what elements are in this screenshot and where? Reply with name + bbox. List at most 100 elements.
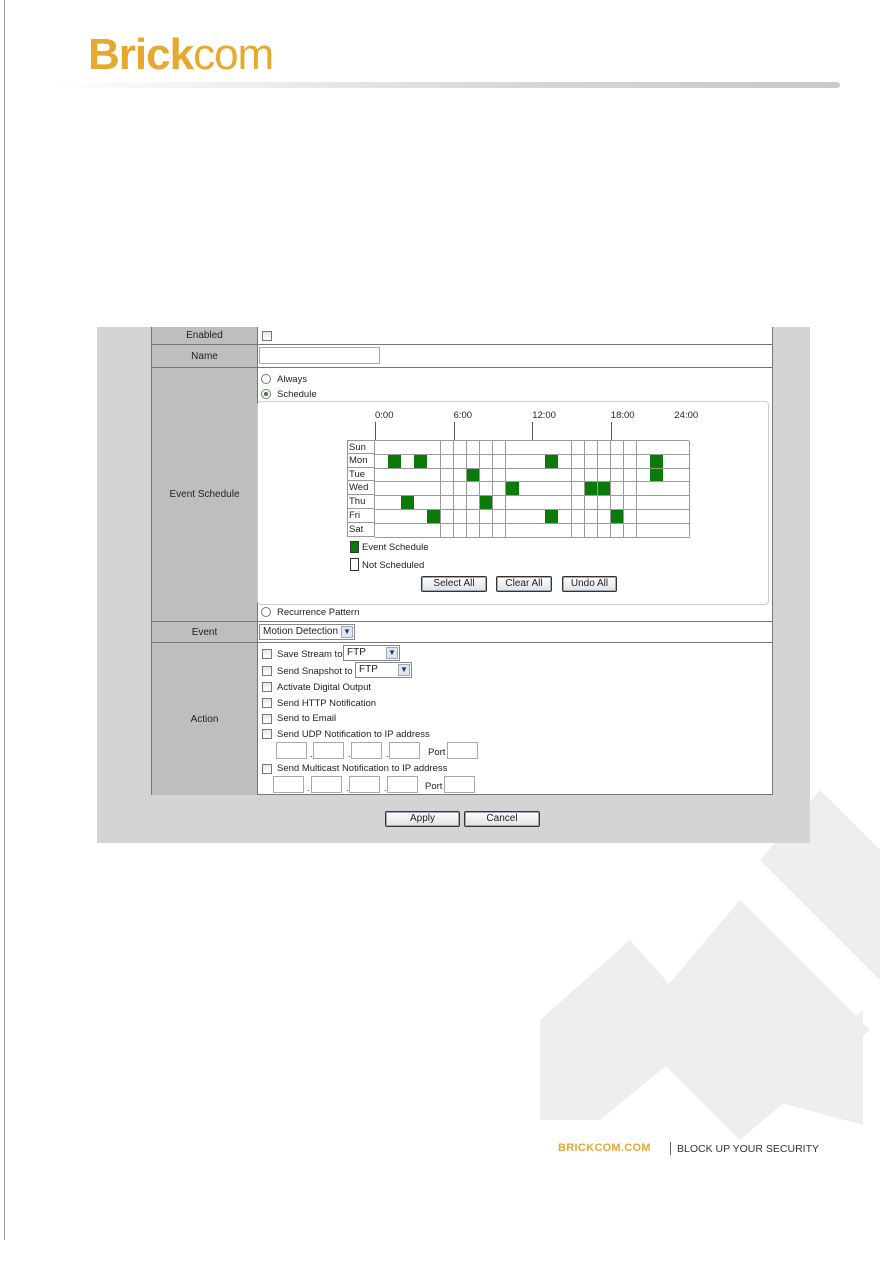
schedule-cell[interactable] (663, 441, 677, 455)
schedule-cell[interactable] (519, 441, 533, 455)
name-input[interactable] (259, 347, 380, 364)
schedule-cell[interactable] (584, 496, 599, 510)
schedule-cell[interactable] (545, 441, 559, 455)
schedule-cell[interactable] (610, 510, 625, 524)
schedule-cell[interactable] (571, 496, 586, 510)
schedule-cell[interactable] (427, 468, 441, 483)
schedule-cell[interactable] (676, 482, 690, 497)
schedule-cell[interactable] (479, 454, 494, 469)
udp-ip-octet-3[interactable] (351, 742, 382, 759)
schedule-cell[interactable] (637, 496, 651, 510)
clear-all-button[interactable]: Clear All (496, 576, 552, 592)
multicast-port-input[interactable] (444, 776, 475, 793)
schedule-cell[interactable] (375, 496, 389, 510)
multicast-ip-octet-3[interactable] (349, 776, 380, 793)
schedule-cell[interactable] (545, 496, 559, 510)
schedule-cell[interactable] (506, 441, 520, 455)
schedule-cell[interactable] (519, 510, 533, 524)
schedule-cell[interactable] (610, 441, 625, 455)
schedule-cell[interactable] (532, 510, 546, 524)
schedule-cell[interactable] (571, 510, 586, 524)
schedule-cell[interactable] (650, 523, 664, 538)
schedule-cell[interactable] (440, 468, 455, 483)
schedule-cell[interactable] (492, 454, 507, 469)
schedule-cell[interactable] (453, 468, 468, 483)
udp-ip-octet-1[interactable] (276, 742, 307, 759)
schedule-cell[interactable] (545, 510, 559, 524)
schedule-cell[interactable] (610, 482, 625, 497)
schedule-cell[interactable] (375, 510, 389, 524)
schedule-cell[interactable] (466, 523, 481, 538)
schedule-cell[interactable] (623, 482, 638, 497)
schedule-cell[interactable] (650, 496, 664, 510)
schedule-cell[interactable] (388, 482, 402, 497)
schedule-cell[interactable] (388, 468, 402, 483)
schedule-cell[interactable] (440, 441, 455, 455)
schedule-cell[interactable] (453, 454, 468, 469)
email-checkbox[interactable] (262, 714, 272, 724)
schedule-cell[interactable] (466, 496, 481, 510)
schedule-cell[interactable] (375, 482, 389, 497)
schedule-cell[interactable] (492, 482, 507, 497)
schedule-cell[interactable] (637, 523, 651, 538)
schedule-cell[interactable] (375, 468, 389, 483)
multicast-checkbox[interactable] (262, 764, 272, 774)
schedule-cell[interactable] (532, 523, 546, 538)
undo-all-button[interactable]: Undo All (562, 576, 617, 592)
schedule-cell[interactable] (519, 468, 533, 483)
schedule-cell[interactable] (650, 441, 664, 455)
schedule-cell[interactable] (597, 510, 612, 524)
schedule-cell[interactable] (663, 523, 677, 538)
schedule-radio[interactable] (261, 389, 271, 399)
schedule-cell[interactable] (610, 454, 625, 469)
schedule-cell[interactable] (440, 510, 455, 524)
schedule-cell[interactable] (676, 523, 690, 538)
schedule-cell[interactable] (375, 454, 389, 469)
schedule-cell[interactable] (414, 441, 428, 455)
schedule-cell[interactable] (676, 468, 690, 483)
schedule-cell[interactable] (532, 496, 546, 510)
schedule-cell[interactable] (519, 482, 533, 497)
udp-ip-octet-2[interactable] (313, 742, 344, 759)
udp-ip-octet-4[interactable] (389, 742, 420, 759)
schedule-cell[interactable] (440, 496, 455, 510)
schedule-cell[interactable] (519, 523, 533, 538)
schedule-cell[interactable] (571, 523, 586, 538)
digital-output-checkbox[interactable] (262, 682, 272, 692)
schedule-cell[interactable] (440, 454, 455, 469)
schedule-cell[interactable] (479, 523, 494, 538)
schedule-cell[interactable] (676, 496, 690, 510)
schedule-cell[interactable] (558, 482, 572, 497)
schedule-cell[interactable] (558, 496, 572, 510)
schedule-cell[interactable] (584, 441, 599, 455)
schedule-cell[interactable] (532, 454, 546, 469)
enabled-checkbox[interactable] (262, 331, 272, 341)
schedule-cell[interactable] (453, 510, 468, 524)
schedule-cell[interactable] (466, 441, 481, 455)
schedule-cell[interactable] (506, 496, 520, 510)
schedule-cell[interactable] (506, 468, 520, 483)
schedule-cell[interactable] (401, 496, 415, 510)
schedule-cell[interactable] (597, 482, 612, 497)
schedule-cell[interactable] (623, 454, 638, 469)
schedule-cell[interactable] (388, 523, 402, 538)
schedule-cell[interactable] (610, 468, 625, 483)
schedule-cell[interactable] (663, 482, 677, 497)
send-snapshot-select[interactable]: FTP ▼ (355, 662, 412, 678)
schedule-cell[interactable] (610, 523, 625, 538)
schedule-cell[interactable] (492, 468, 507, 483)
schedule-cell[interactable] (401, 510, 415, 524)
schedule-cell[interactable] (492, 496, 507, 510)
schedule-cell[interactable] (453, 496, 468, 510)
schedule-cell[interactable] (519, 496, 533, 510)
schedule-cell[interactable] (427, 482, 441, 497)
schedule-cell[interactable] (414, 454, 428, 469)
schedule-cell[interactable] (545, 454, 559, 469)
schedule-cell[interactable] (623, 441, 638, 455)
save-stream-select[interactable]: FTP ▼ (343, 645, 400, 661)
schedule-cell[interactable] (637, 454, 651, 469)
schedule-cell[interactable] (637, 510, 651, 524)
schedule-cell[interactable] (453, 482, 468, 497)
schedule-cell[interactable] (650, 454, 664, 469)
schedule-cell[interactable] (597, 441, 612, 455)
